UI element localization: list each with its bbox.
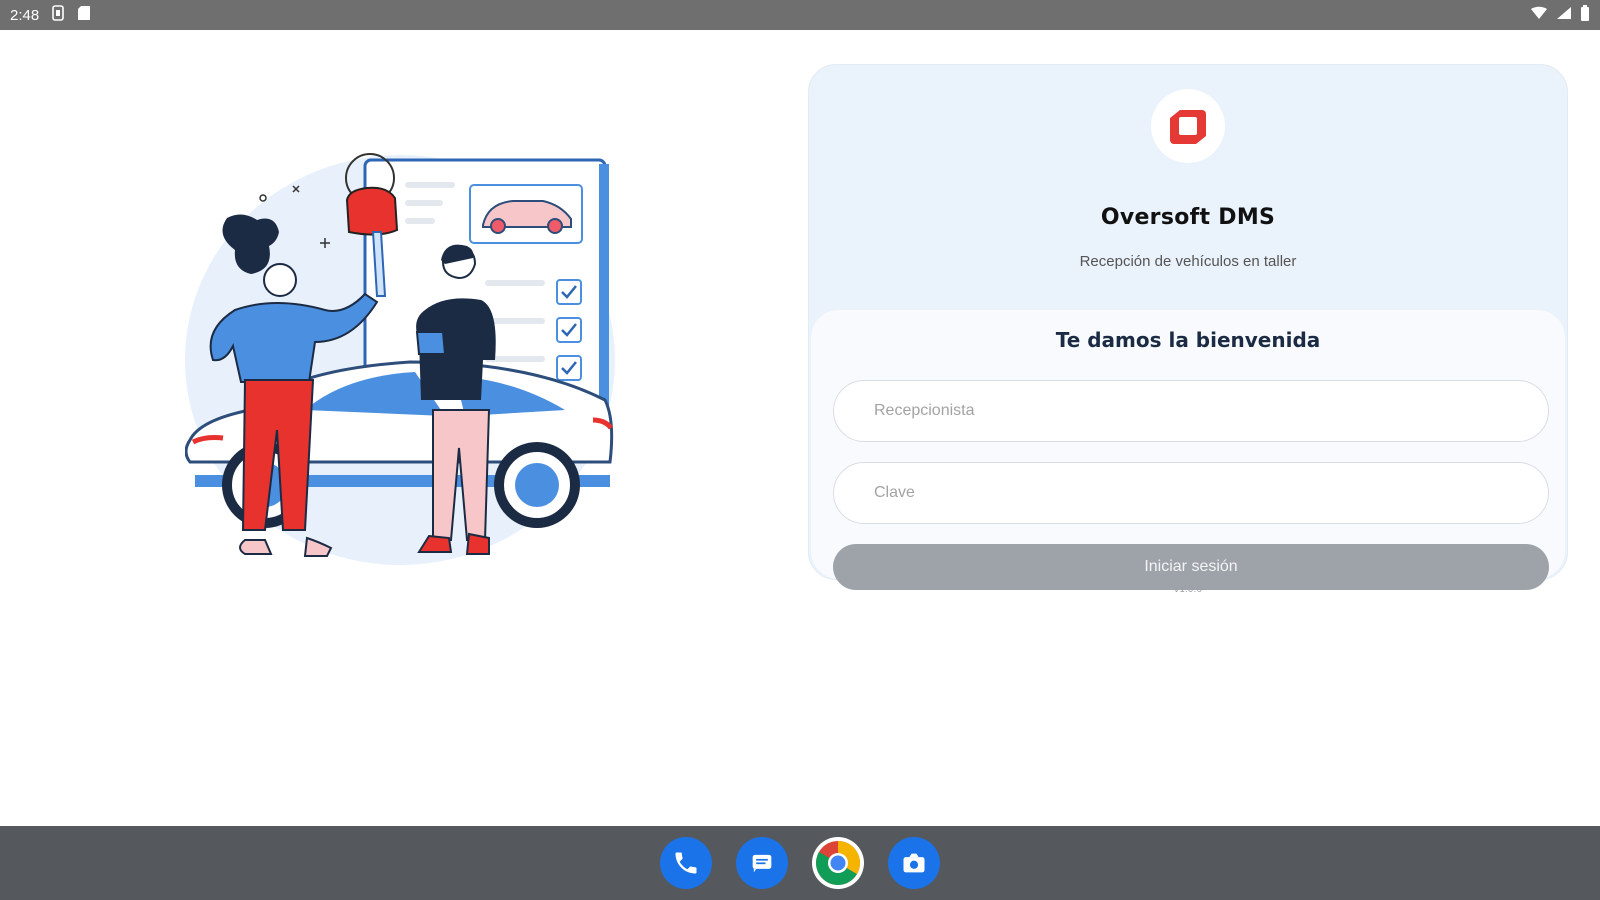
phone-icon [675, 852, 697, 874]
app-subtitle: Recepción de vehículos en taller [1079, 253, 1297, 270]
main-content: Oversoft DMS Recepción de vehículos en t… [0, 30, 1600, 826]
hero-illustration [184, 120, 635, 580]
password-input[interactable] [874, 484, 1508, 502]
login-form: Te damos la bienvenida Iniciar sesión [811, 309, 1565, 590]
status-bar: 2:48 [0, 0, 1600, 30]
messages-app[interactable] [736, 837, 788, 889]
messages-icon [752, 854, 772, 873]
sd-card-icon [77, 5, 91, 25]
status-time: 2:48 [10, 6, 40, 24]
camera-app[interactable] [888, 837, 940, 889]
password-field-wrapper[interactable] [833, 462, 1549, 524]
username-field-wrapper[interactable] [833, 380, 1549, 442]
username-input[interactable] [874, 402, 1508, 420]
version-label: v1.0.6 [1173, 585, 1203, 595]
app-logo [1151, 89, 1225, 163]
login-card: Oversoft DMS Recepción de vehículos en t… [808, 64, 1568, 595]
chrome-icon [816, 841, 860, 885]
battery-icon [1580, 5, 1590, 25]
oversoft-logo-icon [1170, 110, 1206, 144]
chrome-app[interactable] [812, 837, 864, 889]
camera-icon [903, 853, 925, 873]
phone-app[interactable] [660, 837, 712, 889]
app-dock [0, 826, 1600, 900]
app-name: Oversoft DMS [1100, 205, 1276, 230]
login-button[interactable]: Iniciar sesión [833, 544, 1549, 590]
welcome-heading: Te damos la bienvenida [1055, 328, 1321, 352]
signal-icon [1556, 6, 1572, 24]
sim-icon [51, 5, 65, 25]
wifi-icon [1530, 6, 1548, 24]
brand-header: Oversoft DMS Recepción de vehículos en t… [809, 65, 1567, 305]
